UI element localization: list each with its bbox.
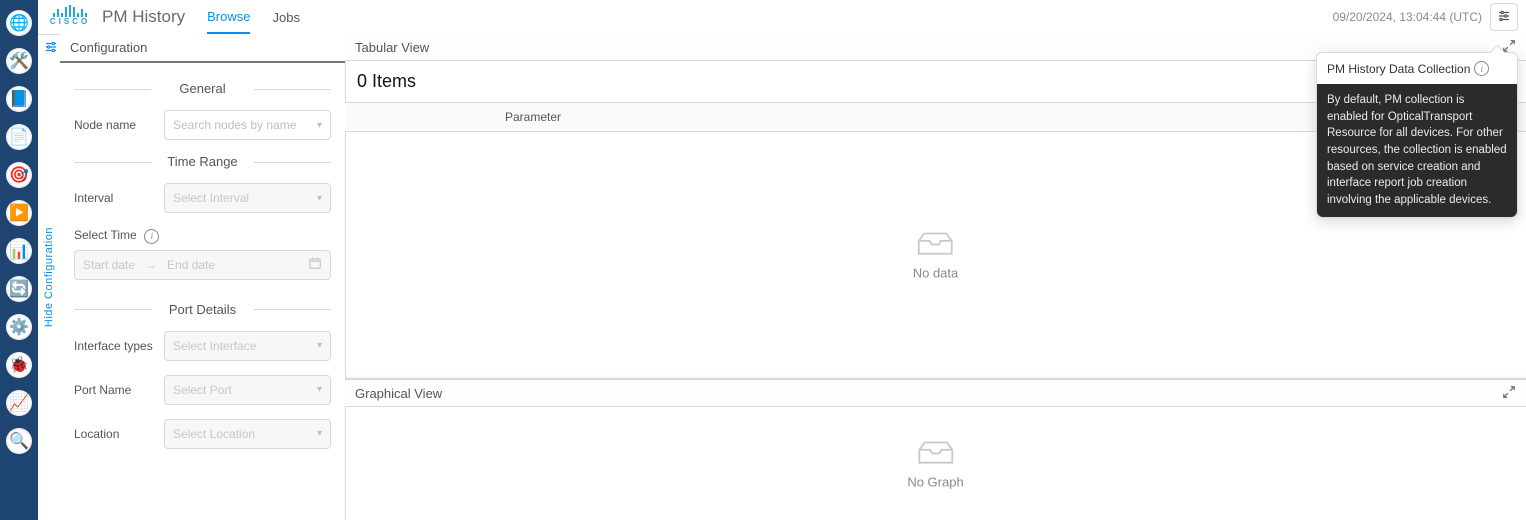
tabular-view-title: Tabular View (355, 40, 429, 55)
sliders-icon (1497, 9, 1511, 26)
cisco-word: CISCO (46, 18, 94, 26)
table-empty-text: No data (913, 266, 959, 281)
graphical-view: Graphical View No Graph (345, 380, 1526, 520)
header-timestamp: 09/20/2024, 13:04:44 (UTC) (1333, 10, 1482, 24)
node-name-label: Node name (74, 118, 164, 132)
start-date-placeholder: Start date (83, 258, 135, 272)
section-port-details: Port Details (74, 302, 331, 317)
configuration-title: Configuration (60, 34, 345, 63)
app-title: PM History (102, 7, 185, 27)
top-header: CISCO PM History Browse Jobs 09/20/2024,… (38, 0, 1526, 35)
hide-config-strip: Hide Configuration (38, 34, 61, 520)
rail-item-11[interactable]: 🔍 (6, 428, 32, 454)
tab-jobs[interactable]: Jobs (272, 2, 299, 33)
expand-icon[interactable] (1502, 385, 1516, 402)
rail-item-10[interactable]: 📈 (6, 390, 32, 416)
select-time-label: Select Time (74, 228, 137, 242)
rail-item-0[interactable]: 🌐 (6, 10, 32, 36)
info-icon[interactable]: i (1474, 61, 1489, 76)
left-nav-rail: 🌐 🛠️ 📘 📄 🎯 ▶️ 📊 🔄 ⚙️ 🐞 📈 🔍 (0, 0, 38, 520)
popover-body: By default, PM collection is enabled for… (1317, 84, 1517, 217)
rail-item-4[interactable]: 🎯 (6, 162, 32, 188)
graph-empty-state: No Graph (907, 438, 963, 489)
rail-item-7[interactable]: 🔄 (6, 276, 32, 302)
chevron-down-icon: ▾ (317, 384, 322, 395)
chevron-down-icon: ▾ (317, 120, 322, 131)
rail-item-8[interactable]: ⚙️ (6, 314, 32, 340)
info-icon[interactable]: i (144, 229, 159, 244)
popover-title: PM History Data Collection (1327, 62, 1470, 76)
date-range-picker[interactable]: Start date → End date (74, 250, 331, 280)
location-label: Location (74, 427, 164, 441)
graph-empty-text: No Graph (907, 474, 963, 489)
arrow-right-icon: → (145, 258, 157, 272)
settings-button[interactable] (1490, 3, 1518, 31)
rail-item-1[interactable]: 🛠️ (6, 48, 32, 74)
interface-types-placeholder: Select Interface (173, 339, 256, 353)
rail-item-9[interactable]: 🐞 (6, 352, 32, 378)
location-select[interactable]: Select Location ▾ (164, 419, 331, 449)
popover-title-row: PM History Data Collection i (1317, 53, 1517, 84)
table-empty-state: No data (913, 230, 959, 281)
inbox-icon (913, 230, 957, 260)
chevron-down-icon: ▾ (317, 428, 322, 439)
chevron-down-icon: ▾ (317, 340, 322, 351)
interval-select[interactable]: Select Interval ▾ (164, 183, 331, 213)
interval-placeholder: Select Interval (173, 191, 249, 205)
port-name-select[interactable]: Select Port ▾ (164, 375, 331, 405)
cisco-logo: CISCO (46, 5, 94, 29)
configuration-panel: Configuration General Node name Search n… (60, 34, 346, 520)
rail-item-2[interactable]: 📘 (6, 86, 32, 112)
tab-browse[interactable]: Browse (207, 1, 250, 34)
node-name-placeholder: Search nodes by name (173, 118, 296, 132)
node-name-select[interactable]: Search nodes by name ▾ (164, 110, 331, 140)
location-placeholder: Select Location (173, 427, 255, 441)
rail-item-3[interactable]: 📄 (6, 124, 32, 150)
graphical-view-header: Graphical View (345, 380, 1526, 407)
port-name-label: Port Name (74, 383, 164, 397)
port-name-placeholder: Select Port (173, 383, 232, 397)
interval-label: Interval (74, 191, 164, 205)
interface-types-label: Interface types (74, 339, 164, 353)
rail-item-5[interactable]: ▶️ (6, 200, 32, 226)
graphical-view-title: Graphical View (355, 386, 442, 401)
graph-body: No Graph (345, 407, 1526, 520)
interface-types-select[interactable]: Select Interface ▾ (164, 331, 331, 361)
pm-history-popover: PM History Data Collection i By default,… (1316, 52, 1518, 218)
calendar-icon (308, 256, 322, 273)
section-time-range: Time Range (74, 154, 331, 169)
col-parameter: Parameter (505, 110, 561, 124)
chevron-down-icon: ▾ (317, 193, 322, 204)
inbox-icon (914, 438, 958, 468)
section-general: General (74, 81, 331, 96)
end-date-placeholder: End date (167, 258, 215, 272)
hide-config-link[interactable]: Hide Configuration (43, 227, 55, 327)
rail-item-6[interactable]: 📊 (6, 238, 32, 264)
toggle-config-icon[interactable] (44, 40, 58, 57)
